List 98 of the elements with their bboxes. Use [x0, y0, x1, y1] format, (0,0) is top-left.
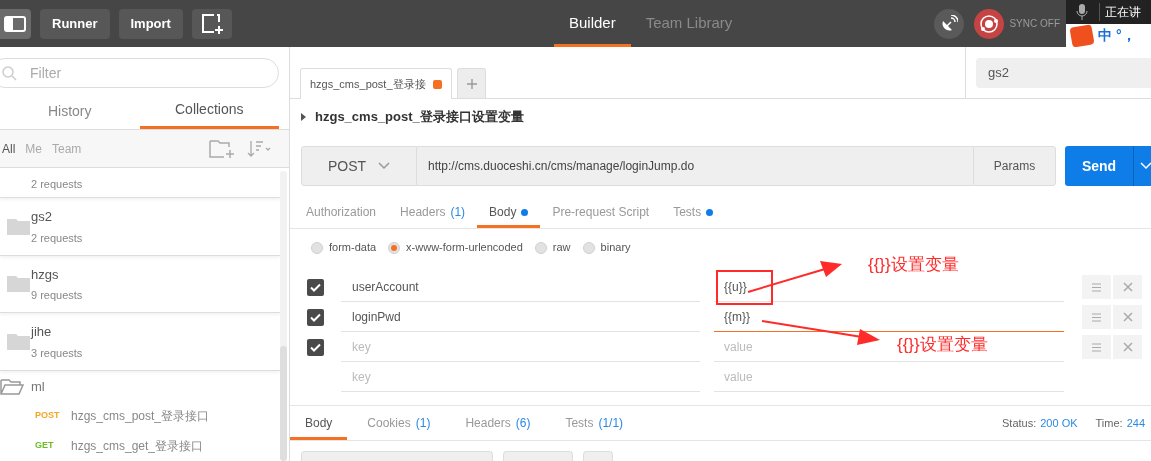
body-type-radio[interactable]: form-data — [311, 239, 377, 256]
param-key-field[interactable]: loginPwd — [341, 302, 700, 332]
request-count: 3 requests — [31, 345, 83, 361]
body-type-radio[interactable]: raw — [534, 239, 571, 256]
body-type-radio[interactable]: binary — [582, 239, 631, 256]
url-field[interactable]: http://cms.duoceshi.cn/cms/manage/loginJump.do — [417, 146, 973, 186]
collection-name: jihe — [31, 323, 53, 342]
request-subtab[interactable]: Headers (1) — [388, 196, 478, 228]
annotation-label: {{}}设置变量 — [897, 334, 988, 356]
owner-filter[interactable]: All — [2, 139, 16, 158]
checkmark-icon — [310, 342, 321, 352]
param-checkbox[interactable] — [307, 308, 324, 326]
filter-input[interactable]: Filter — [30, 62, 230, 84]
response-view-button[interactable] — [503, 451, 573, 461]
response-view-button[interactable] — [301, 451, 493, 461]
folder-icon — [7, 274, 31, 295]
request-count: 2 requests — [31, 176, 83, 192]
new-tab-button[interactable] — [191, 8, 232, 39]
response-tab[interactable]: Headers (6) — [450, 406, 546, 440]
request-item[interactable]: GET hzgs_cms_get_登录接口 — [0, 431, 280, 461]
menu-icon — [1092, 342, 1101, 352]
delete-row-button[interactable] — [1113, 275, 1142, 299]
expand-caret-icon[interactable] — [301, 113, 307, 121]
drag-handle-button[interactable] — [1082, 335, 1111, 359]
collection-name: hzgs — [31, 265, 60, 284]
param-key-field[interactable]: userAccount — [341, 272, 700, 302]
checkmark-icon — [310, 282, 321, 292]
response-view-button[interactable] — [583, 451, 613, 461]
folder-icon — [7, 331, 31, 352]
sync-icon[interactable] — [974, 8, 1005, 39]
satellite-icon[interactable] — [934, 8, 965, 39]
environment-selector[interactable]: gs2 — [976, 57, 1151, 88]
folder-icon — [0, 377, 24, 397]
plus-icon — [466, 78, 477, 89]
delete-row-button[interactable] — [1113, 335, 1142, 359]
highlight-box — [716, 270, 773, 305]
close-icon — [1122, 282, 1133, 292]
param-key-field[interactable]: key — [341, 332, 700, 362]
checkmark-icon — [310, 312, 321, 322]
method-dropdown[interactable]: POST — [301, 146, 417, 186]
param-value-field[interactable]: {{u}} — [714, 272, 1064, 302]
collection-name: gs2 — [31, 208, 53, 227]
sidebar-toggle-button[interactable] — [0, 8, 31, 39]
delete-row-button[interactable] — [1113, 305, 1142, 329]
method-label: GET — [35, 439, 55, 453]
ime-logo-icon — [1069, 23, 1095, 48]
response-tab[interactable]: Tests (1/1) — [550, 406, 639, 440]
search-icon — [1, 65, 17, 81]
scrollbar-thumb[interactable] — [280, 346, 287, 461]
new-window-icon — [199, 12, 224, 35]
close-icon — [1122, 342, 1133, 352]
collection-item[interactable]: ml — [0, 371, 280, 401]
collection-item[interactable]: 2 requests — [0, 168, 280, 199]
collection-item[interactable]: jihe 3 requests — [0, 313, 280, 371]
microphone-icon — [1076, 4, 1088, 20]
folder-icon — [7, 216, 31, 237]
chevron-down-icon — [378, 162, 391, 170]
collection-item[interactable]: hzgs 9 requests — [0, 255, 280, 314]
status-value: 200 OK — [1040, 415, 1078, 431]
close-icon — [1122, 312, 1133, 322]
request-name: hzgs_cms_get_登录接口 — [71, 438, 204, 455]
time-value: 244 — [1126, 415, 1145, 431]
request-title: hzgs_cms_post_登录接口设置变量 — [315, 108, 524, 127]
time-label: Time: — [1095, 415, 1123, 431]
request-name: hzgs_cms_post_登录接口 — [71, 408, 210, 425]
param-value-field[interactable]: {{m}} — [714, 302, 1064, 332]
response-tab[interactable]: Cookies (1) — [352, 406, 446, 440]
param-key-field[interactable]: key — [341, 362, 700, 392]
ime-status: 正在讲 — [1099, 3, 1141, 21]
param-checkbox[interactable] — [307, 338, 324, 356]
chevron-down-icon — [1140, 162, 1151, 170]
request-count: 9 requests — [31, 288, 83, 304]
sidebar-icon — [3, 15, 26, 32]
new-folder-icon[interactable] — [209, 138, 235, 159]
ime-punctuation: °， — [1116, 26, 1136, 45]
param-value-field[interactable]: value — [714, 362, 1064, 392]
method-label: POST — [35, 409, 61, 423]
toolbar-button[interactable]: Import — [118, 8, 183, 39]
menu-icon — [1092, 282, 1101, 292]
ime-mode: 中 — [1098, 26, 1112, 45]
drag-handle-button[interactable] — [1082, 275, 1111, 299]
collection-item[interactable]: gs2 2 requests — [0, 198, 280, 256]
sync-status: SYNC OFF — [1009, 17, 1060, 31]
request-count: 2 requests — [31, 230, 83, 246]
request-item[interactable]: POST hzgs_cms_post_登录接口 — [0, 401, 280, 431]
add-tab-button[interactable] — [457, 68, 486, 98]
sidebar-tab[interactable]: History — [0, 93, 140, 129]
param-checkbox[interactable] — [307, 278, 324, 296]
menu-icon — [1092, 312, 1101, 322]
request-tab[interactable]: hzgs_cms_post_登录接 — [300, 68, 452, 99]
response-tab[interactable]: Body — [290, 406, 348, 440]
request-subtab[interactable]: Body — [477, 196, 541, 228]
sort-icon[interactable] — [247, 139, 273, 158]
status-label: Status: — [1002, 415, 1037, 431]
drag-handle-button[interactable] — [1082, 305, 1111, 329]
body-type-radio[interactable]: x-www-form-urlencoded — [388, 239, 523, 256]
params-button[interactable]: Params — [973, 146, 1056, 186]
toolbar-button[interactable]: Runner — [40, 8, 110, 39]
